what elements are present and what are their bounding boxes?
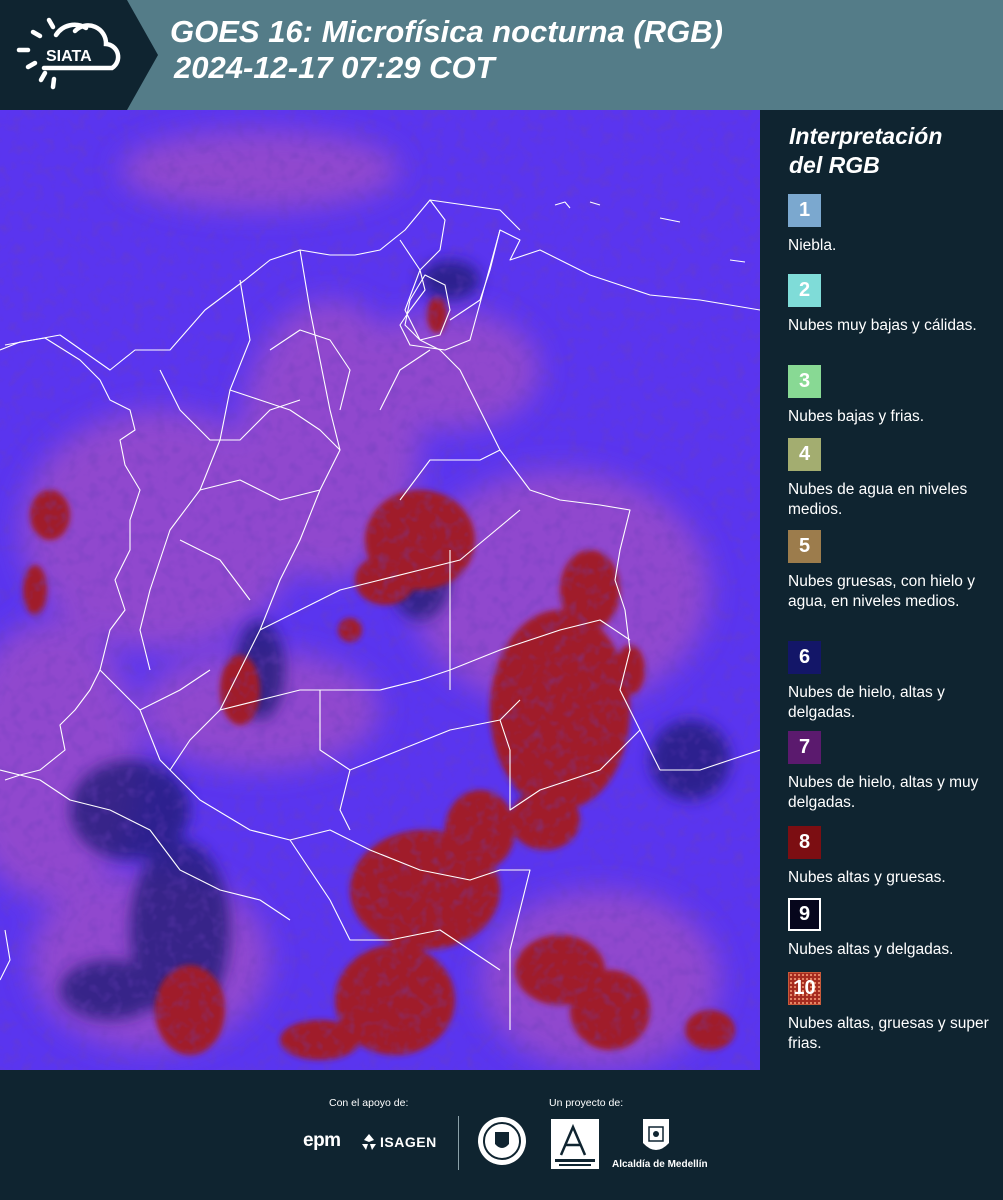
legend-label: Nubes de hielo, altas y muy delgadas. [788, 774, 979, 811]
legend-swatch: 1 [788, 194, 821, 227]
project-label: Un proyecto de: [549, 1097, 624, 1109]
legend-label: Nubes altas, gruesas y super frias. [788, 1015, 989, 1052]
legend-item-nubes-muy-bajas: 2 Nubes muy bajas y cálidas. [788, 274, 993, 336]
legend-swatch: 2 [788, 274, 821, 307]
legend-label: Nubes altas y gruesas. [788, 869, 946, 886]
epm-logo: epm [303, 1130, 341, 1151]
cloud-texture [0, 110, 760, 1070]
legend-label: Nubes gruesas, con hielo y agua, en nive… [788, 573, 975, 610]
legend-item-nubes-hielo-muy-delgadas: 7 Nubes de hielo, altas y muy delgadas. [788, 731, 993, 812]
legend-swatch: 10 [788, 972, 821, 1005]
isagen-logo: ISAGEN [360, 1132, 440, 1154]
legend-label: Niebla. [788, 237, 837, 254]
legend-item-nubes-bajas: 3 Nubes bajas y frias. [788, 365, 993, 427]
legend-label: Nubes de agua en niveles medios. [788, 481, 968, 518]
siata-logo: SIATA [0, 0, 158, 110]
legend-item-nubes-agua: 4 Nubes de agua en niveles medios. [788, 438, 993, 519]
legend-swatch: 4 [788, 438, 821, 471]
area-metropolitana-logo [551, 1119, 599, 1169]
legend-label: Nubes muy bajas y cálidas. [788, 317, 977, 334]
legend-title: Interpretación del RGB [789, 123, 943, 178]
legend-label: Nubes altas y delgadas. [788, 941, 954, 958]
legend-swatch: 7 [788, 731, 821, 764]
legend-label: Nubes bajas y frias. [788, 408, 925, 425]
legend-label: Nubes de hielo, altas y delgadas. [788, 684, 945, 721]
isagen-mark-icon [362, 1134, 376, 1150]
alcaldia-shield-icon [643, 1119, 669, 1150]
legend-swatch: 8 [788, 826, 821, 859]
legend-item-nubes-hielo-delgadas: 6 Nubes de hielo, altas y delgadas. [788, 641, 993, 722]
legend-swatch: 6 [788, 641, 821, 674]
rgb-legend: Interpretación del RGB 1 Niebla. 2 Nubes… [760, 110, 1003, 1070]
legend-item-nubes-super-frias: 10 Nubes altas, gruesas y super frias. [788, 972, 993, 1053]
siata-logo-text: SIATA [46, 48, 92, 65]
alcaldia-label: Alcaldía de Medellín [612, 1159, 708, 1170]
legend-swatch: 9 [788, 898, 821, 931]
footer-divider [458, 1116, 459, 1170]
header-bar: SIATA GOES 16: Microfísica nocturna (RGB… [0, 0, 1003, 110]
legend-item-nubes-altas-gruesas: 8 Nubes altas y gruesas. [788, 826, 993, 888]
title-product: GOES 16: Microfísica nocturna (RGB) [170, 14, 723, 49]
page-title: GOES 16: Microfísica nocturna (RGB) 2024… [170, 14, 723, 86]
title-timestamp: 2024-12-17 07:29 COT [174, 50, 495, 85]
legend-item-nubes-altas-delgadas: 9 Nubes altas y delgadas. [788, 898, 993, 960]
legend-item-niebla: 1 Niebla. [788, 194, 993, 256]
satellite-map [0, 110, 760, 1070]
legend-item-nubes-gruesas: 5 Nubes gruesas, con hielo y agua, en ni… [788, 530, 993, 611]
university-seal-icon [478, 1117, 526, 1165]
legend-swatch: 3 [788, 365, 821, 398]
legend-swatch: 5 [788, 530, 821, 563]
footer: Con el apoyo de: Un proyecto de: epm ISA… [0, 1070, 1003, 1200]
support-label: Con el apoyo de: [329, 1097, 409, 1109]
